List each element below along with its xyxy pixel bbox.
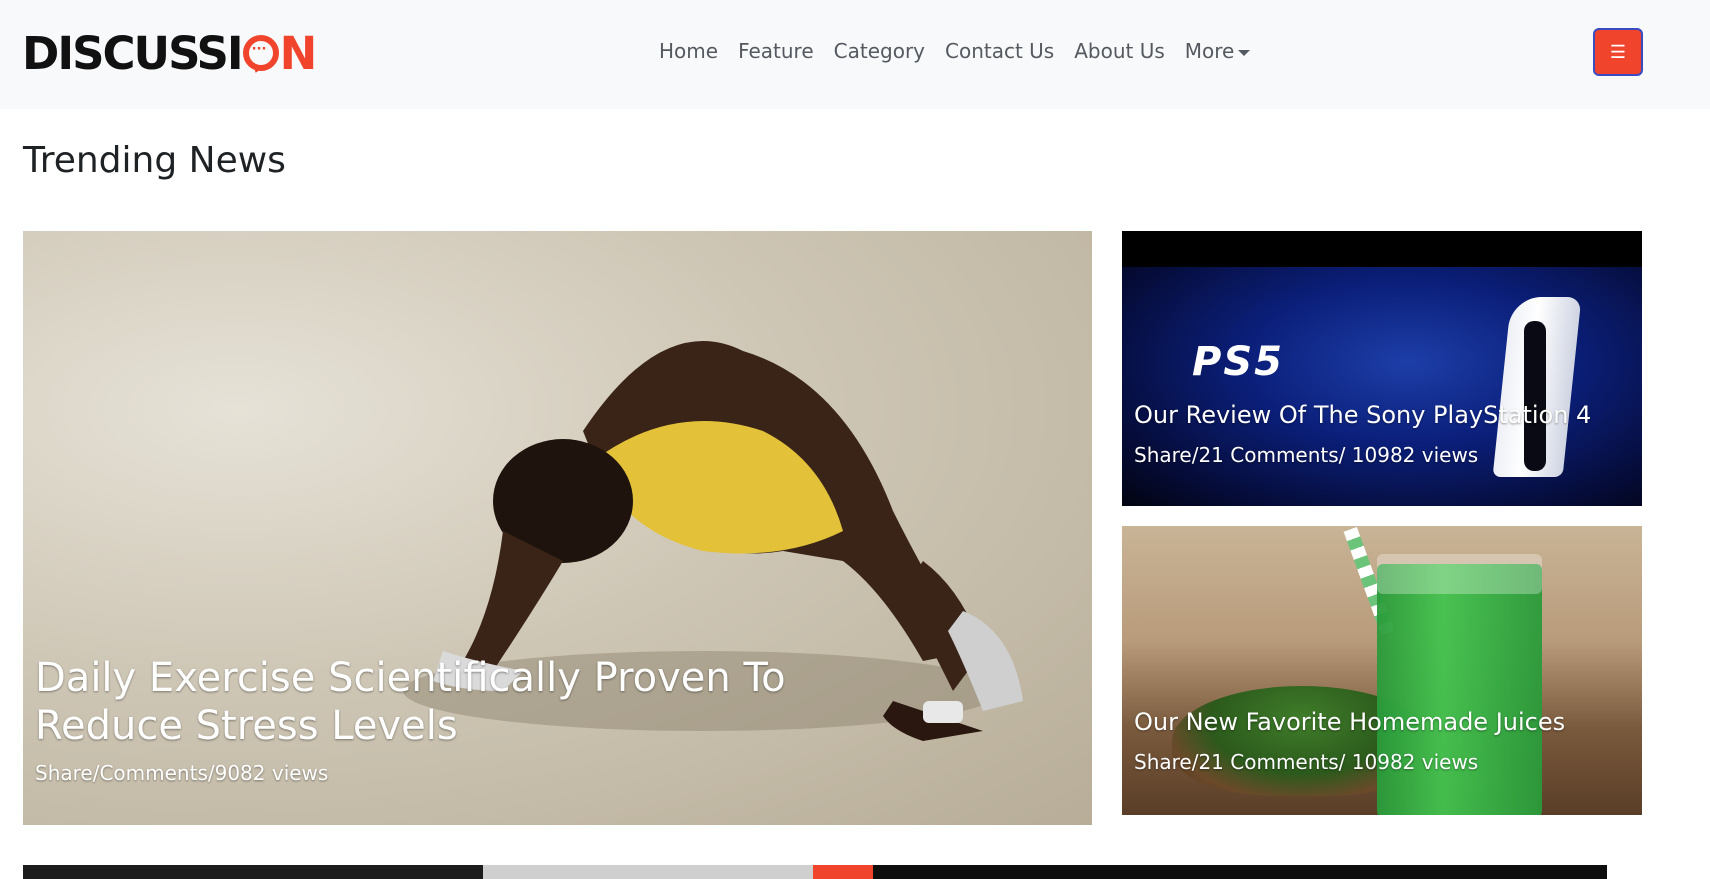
glass-rim (1377, 554, 1542, 594)
juice-article-card[interactable]: Our New Favorite Homemade Juices Share/2… (1122, 526, 1642, 815)
ps5-console-core (1524, 321, 1546, 471)
logo-text-suffix: N (279, 26, 318, 80)
nav-category[interactable]: Category (834, 39, 925, 63)
main-nav: Home Feature Category Contact Us About U… (659, 39, 1251, 63)
section-title: Trending News (23, 140, 286, 181)
green-juice-glass-image (1377, 564, 1542, 815)
strip-segment (873, 865, 1607, 879)
caret-down-icon (1238, 49, 1251, 56)
ps5-article-meta: Share/21 Comments/ 10982 views (1134, 443, 1479, 467)
strip-segment (813, 865, 873, 879)
juice-article-title[interactable]: Our New Favorite Homemade Juices (1134, 708, 1565, 736)
ps5-article-title[interactable]: Our Review Of The Sony PlayStation 4 (1134, 401, 1591, 429)
ps5-article-card[interactable]: PS5 Our Review Of The Sony PlayStation 4… (1122, 231, 1642, 506)
chat-bubble-icon (242, 35, 279, 71)
nav-more-dropdown[interactable]: More (1185, 39, 1251, 63)
strip-segment (23, 865, 483, 879)
nav-feature[interactable]: Feature (738, 39, 814, 63)
strip-segment (483, 865, 813, 879)
juice-article-meta: Share/21 Comments/ 10982 views (1134, 750, 1479, 774)
nav-contact-us[interactable]: Contact Us (945, 39, 1054, 63)
featured-article-title[interactable]: Daily Exercise Scientifically Proven To … (35, 654, 935, 750)
featured-article-meta: Share/Comments/9082 views (35, 761, 329, 785)
logo-text-prefix: DISCUSSI (22, 26, 244, 80)
next-section-image-strip (23, 865, 1607, 879)
nav-more-label: More (1184, 39, 1235, 63)
hamburger-icon: ☰ (1609, 41, 1627, 62)
discussion-logo[interactable]: DISCUSSI N (22, 26, 318, 80)
nav-about-us[interactable]: About Us (1074, 39, 1165, 63)
navbar: DISCUSSI N Home Feature Category Contact… (0, 0, 1710, 109)
featured-article-card[interactable]: Daily Exercise Scientifically Proven To … (23, 231, 1092, 825)
menu-toggle-button[interactable]: ☰ (1593, 28, 1643, 76)
ps5-logo-text: PS5 (1192, 339, 1284, 385)
nav-home[interactable]: Home (659, 39, 718, 63)
